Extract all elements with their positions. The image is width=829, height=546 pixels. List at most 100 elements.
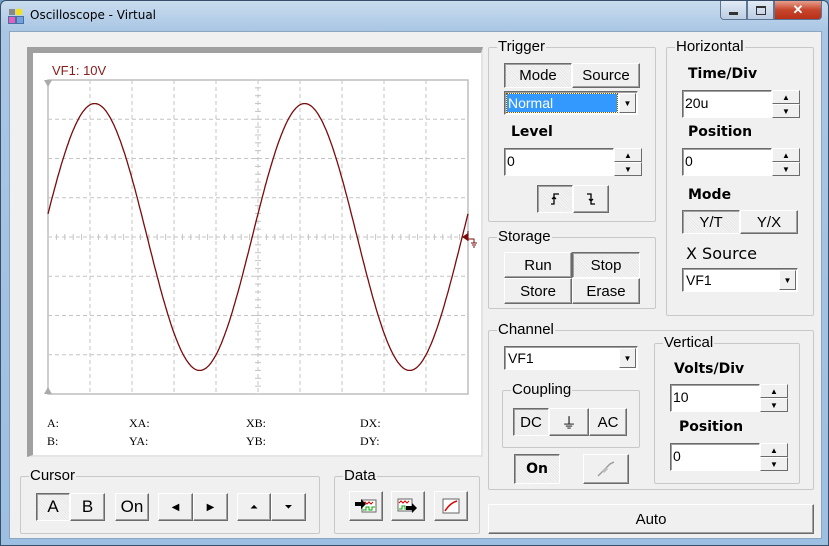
plot-curve-icon [442, 498, 460, 514]
vertical-position-input[interactable]: 0 [670, 443, 760, 471]
horizontal-title: Horizontal [675, 38, 745, 55]
trigger-mode-tab[interactable]: Mode [504, 63, 572, 88]
volts-div-label: Volts/Div [674, 361, 745, 377]
horizontal-position-label: Position [688, 124, 753, 140]
export-data-button[interactable] [391, 491, 425, 521]
channel-select[interactable]: VF1 ▼ [504, 346, 638, 370]
trigger-level-input[interactable]: 0 [504, 148, 614, 176]
x-source-select[interactable]: VF1 ▼ [682, 268, 798, 292]
maximize-button[interactable] [747, 1, 774, 20]
trigger-falling-edge-button[interactable] [573, 185, 609, 213]
readout-dy: DY: [360, 434, 380, 448]
trigger-mode-value: Normal [506, 93, 618, 113]
trigger-source-tab[interactable]: Source [572, 63, 640, 88]
rising-edge-icon [551, 193, 559, 205]
trigger-mode-select[interactable]: Normal ▼ [504, 91, 638, 115]
close-button[interactable]: ✕ [774, 1, 822, 20]
close-icon: ✕ [792, 2, 804, 17]
mode-yx-button[interactable]: Y/X [740, 210, 798, 234]
cursor-down-button[interactable]: ⏷ [271, 493, 306, 521]
cursor-a-marker-icon [44, 80, 52, 87]
cursor-right-button[interactable]: ▶ [193, 493, 228, 521]
import-data-icon [355, 499, 377, 513]
cursor-title: Cursor [29, 467, 77, 484]
x-source-label: X Source [686, 244, 757, 263]
spin-down-icon[interactable]: ▼ [772, 104, 800, 118]
readout-a: A: [47, 416, 59, 430]
storage-store-button[interactable]: Store [504, 278, 572, 304]
cursor-b-button[interactable]: B [70, 493, 105, 521]
readout-xa: XA: [129, 416, 150, 430]
minimize-button[interactable] [720, 1, 747, 20]
oscilloscope-panel: VF1: 10V A: B: XA: YA: XB: YB: DX: DY: T… [9, 31, 822, 539]
scope-plot[interactable] [33, 53, 481, 455]
trigger-level-spinner[interactable]: ▲ ▼ [614, 148, 642, 176]
coupling-group: Coupling DC ⏚ AC [502, 381, 640, 448]
trigger-title: Trigger [497, 38, 546, 55]
trigger-rising-edge-button[interactable] [537, 185, 573, 213]
down-arrow-icon: ⏷ [284, 501, 293, 513]
cursor-on-button[interactable]: On [115, 493, 149, 521]
minimize-icon [729, 11, 738, 15]
import-data-button[interactable] [349, 491, 383, 521]
coupling-dc-button[interactable]: DC [513, 408, 549, 436]
spin-down-icon[interactable]: ▼ [614, 162, 642, 176]
dropdown-arrow-icon[interactable]: ▼ [619, 93, 636, 113]
plot-data-button[interactable] [434, 491, 468, 521]
spin-up-icon[interactable]: ▲ [772, 148, 800, 162]
coupling-ac-button[interactable]: AC [589, 408, 627, 436]
vertical-group: Vertical Volts/Div 10 ▲ ▼ Position 0 ▲ ▼ [654, 334, 800, 484]
spin-down-icon[interactable]: ▼ [772, 162, 800, 176]
channel-value: VF1 [508, 350, 534, 366]
horizontal-position-spinner[interactable]: ▲ ▼ [772, 148, 800, 176]
spin-up-icon[interactable]: ▲ [614, 148, 642, 162]
data-group: Data [334, 467, 480, 534]
probe-icon [597, 461, 615, 477]
storage-erase-button[interactable]: Erase [572, 278, 640, 304]
dropdown-arrow-icon[interactable]: ▼ [619, 348, 636, 368]
auto-button[interactable]: Auto [488, 504, 814, 534]
maximize-icon [755, 5, 766, 15]
spin-up-icon[interactable]: ▲ [760, 384, 788, 398]
readout-ya: YA: [129, 434, 149, 448]
channel-group: Channel VF1 ▼ Coupling DC ⏚ AC On Vertic… [488, 321, 814, 490]
spin-down-icon[interactable]: ▼ [760, 398, 788, 412]
horizontal-mode-label: Mode [688, 187, 732, 203]
channel-on-button[interactable]: On [514, 454, 560, 484]
storage-stop-button[interactable]: Stop [572, 252, 640, 278]
volts-div-spinner[interactable]: ▲ ▼ [760, 384, 788, 412]
volts-div-input[interactable]: 10 [670, 384, 760, 412]
cursor-a-button[interactable]: A [36, 493, 70, 521]
spin-down-icon[interactable]: ▼ [760, 457, 788, 471]
data-title: Data [343, 467, 377, 484]
storage-run-button[interactable]: Run [504, 252, 572, 278]
probe-button[interactable] [583, 454, 629, 484]
vertical-title: Vertical [663, 334, 715, 351]
ground-reference-icon [467, 231, 477, 248]
spin-up-icon[interactable]: ▲ [760, 443, 788, 457]
title-bar[interactable]: Oscilloscope - Virtual ✕ [1, 1, 828, 31]
time-div-spinner[interactable]: ▲ ▼ [772, 90, 800, 118]
vertical-position-spinner[interactable]: ▲ ▼ [760, 443, 788, 471]
coupling-ground-button[interactable]: ⏚ [549, 408, 589, 436]
spin-up-icon[interactable]: ▲ [772, 90, 800, 104]
mode-yt-button[interactable]: Y/T [682, 210, 740, 234]
time-div-label: Time/Div [688, 66, 758, 82]
vertical-position-label: Position [679, 419, 744, 435]
horizontal-group: Horizontal Time/Div 20u ▲ ▼ Position 0 ▲… [666, 38, 814, 316]
up-arrow-icon: ⏶ [250, 501, 258, 513]
cursor-left-button[interactable]: ◀ [158, 493, 193, 521]
readout-b: B: [47, 434, 59, 448]
cursor-up-button[interactable]: ⏶ [237, 493, 271, 521]
cursor-b-marker-icon [44, 387, 52, 394]
horizontal-position-input[interactable]: 0 [682, 148, 772, 176]
readout-yb: YB: [246, 434, 267, 448]
left-arrow-icon: ◀ [171, 501, 180, 513]
oscilloscope-app-icon [8, 8, 24, 24]
time-div-input[interactable]: 20u [682, 90, 772, 118]
trigger-group: Trigger Mode Source Normal ▼ Level 0 ▲ ▼ [488, 38, 656, 222]
dropdown-arrow-icon[interactable]: ▼ [779, 270, 796, 290]
readout-dx: DX: [360, 416, 381, 430]
storage-title: Storage [497, 228, 552, 245]
readout-xb: XB: [246, 416, 267, 430]
